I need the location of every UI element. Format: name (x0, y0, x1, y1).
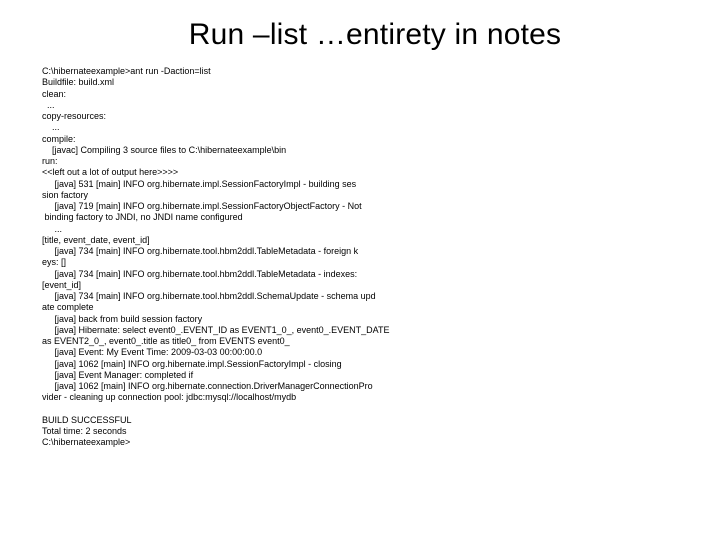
console-output: C:\hibernateexample>ant run -Daction=lis… (42, 66, 678, 449)
slide: Run –list …entirety in notes C:\hibernat… (0, 0, 720, 540)
page-title: Run –list …entirety in notes (42, 18, 678, 52)
